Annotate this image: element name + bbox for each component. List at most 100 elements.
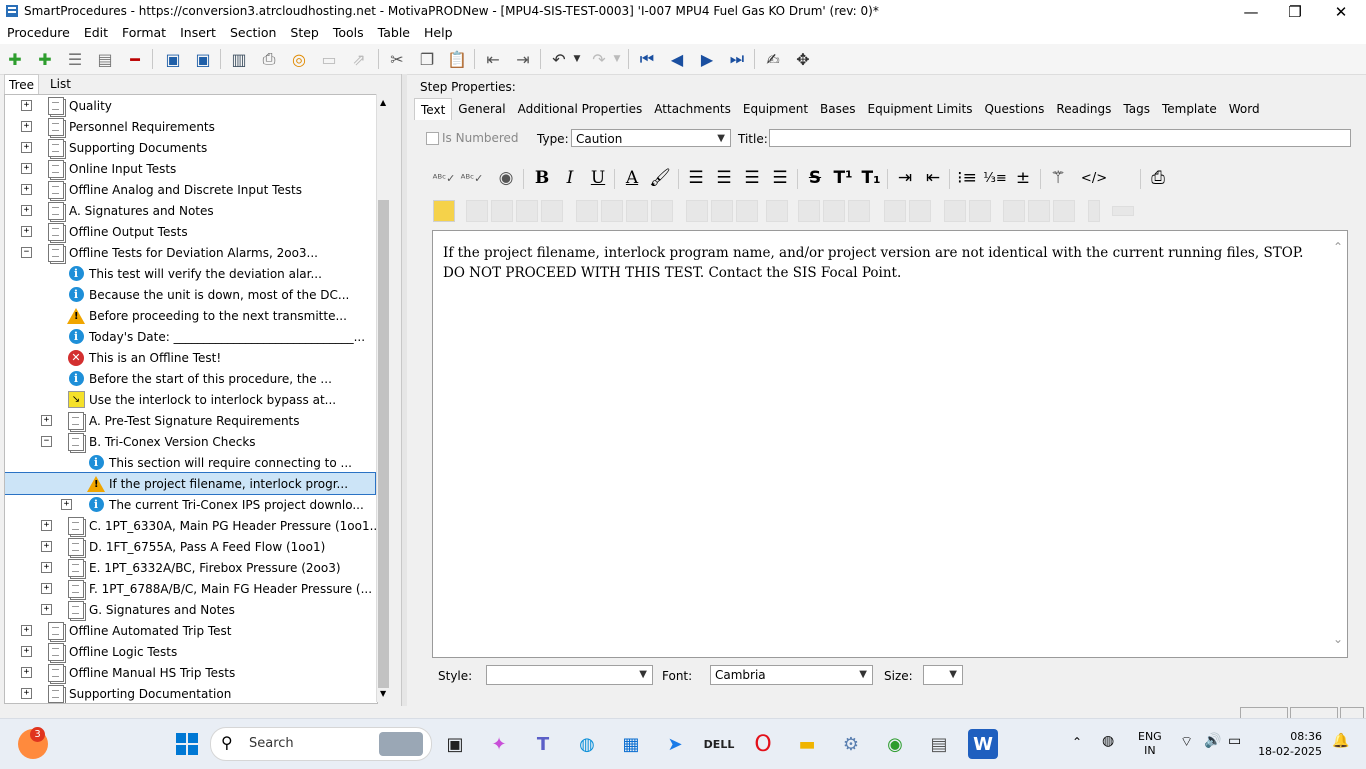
chrome-icon[interactable]: ◉	[880, 729, 910, 759]
list-icon[interactable]: ☰	[64, 48, 86, 70]
power-automate-icon[interactable]: ➤	[660, 729, 690, 759]
file-explorer-icon[interactable]: ▬	[792, 729, 822, 759]
tree-item[interactable]: + Offline Output Tests	[21, 221, 188, 242]
bold-icon[interactable]: B	[530, 166, 554, 190]
underline-icon[interactable]: U	[586, 166, 610, 190]
table-tool-icon[interactable]	[736, 200, 758, 222]
expand-icon[interactable]: +	[41, 604, 52, 615]
step-body-text[interactable]: If the project filename, interlock progr…	[443, 243, 1323, 283]
menu-help[interactable]: Help	[417, 24, 460, 44]
expand-icon[interactable]: +	[41, 520, 52, 531]
menu-format[interactable]: Format	[115, 24, 173, 44]
add-icon[interactable]: ✚	[4, 48, 26, 70]
expand-icon[interactable]: +	[61, 499, 72, 510]
teams-icon[interactable]: T	[528, 729, 558, 759]
expand-icon[interactable]: +	[21, 205, 32, 216]
move-icon[interactable]: ✥	[792, 48, 814, 70]
store-icon[interactable]: ▦	[616, 729, 646, 759]
expand-icon[interactable]: +	[21, 688, 32, 699]
windows-start-icon[interactable]	[172, 729, 202, 759]
table-tool-icon[interactable]	[823, 200, 845, 222]
tab-equipment-limits[interactable]: Equipment Limits	[862, 98, 979, 120]
tab-general[interactable]: General	[452, 98, 511, 120]
tree-item[interactable]: + Offline Automated Trip Test	[21, 620, 232, 641]
network-status-icon[interactable]: ◍	[1102, 733, 1114, 749]
subscript-icon[interactable]: T₁	[859, 166, 883, 190]
remove-icon[interactable]: ━	[124, 48, 146, 70]
collapse-icon[interactable]: −	[41, 436, 52, 447]
tree-scrollbar-thumb[interactable]	[378, 200, 389, 688]
task-view-icon[interactable]: ▣	[440, 729, 470, 759]
add-child-icon[interactable]: ✚	[34, 48, 56, 70]
expand-icon[interactable]: +	[21, 121, 32, 132]
panel-splitter[interactable]	[401, 74, 407, 706]
table-tool-icon[interactable]	[884, 200, 906, 222]
link-icon[interactable]: ◎	[288, 48, 310, 70]
editor-scrollbar[interactable]: ⌃ ⌄	[1331, 232, 1345, 654]
expand-icon[interactable]: +	[41, 583, 52, 594]
tab-additional-properties[interactable]: Additional Properties	[512, 98, 649, 120]
table-tool-icon[interactable]	[576, 200, 598, 222]
tab-tags[interactable]: Tags	[1117, 98, 1156, 120]
copilot-icon[interactable]: ✦	[484, 729, 514, 759]
tree-item[interactable]: + A. Signatures and Notes	[21, 200, 214, 221]
last-icon[interactable]: ⏭	[726, 48, 748, 70]
tree-item[interactable]: ! If the project filename, interlock prog…	[5, 472, 376, 495]
menu-tools[interactable]: Tools	[326, 24, 371, 44]
table-tool-icon[interactable]	[601, 200, 623, 222]
table-tool-icon[interactable]	[711, 200, 733, 222]
tab-bases[interactable]: Bases	[814, 98, 861, 120]
word-icon[interactable]: W	[968, 729, 998, 759]
table-tool-icon[interactable]	[848, 200, 870, 222]
table-tool-icon[interactable]	[909, 200, 931, 222]
redo-dropdown-icon[interactable]: ▼	[606, 48, 628, 70]
bullet-list-icon[interactable]: ⁝≡	[955, 166, 979, 190]
expand-icon[interactable]: +	[21, 226, 32, 237]
tree-item[interactable]: + Supporting Documents	[21, 137, 207, 158]
table-tool-icon[interactable]	[541, 200, 563, 222]
smartprocedures-taskbar-icon[interactable]: ⚙	[836, 729, 866, 759]
expand-icon[interactable]: +	[21, 625, 32, 636]
menu-section[interactable]: Section	[223, 24, 283, 44]
print-icon[interactable]: ⎙	[258, 48, 280, 70]
chevron-up-icon[interactable]: ⌃	[1072, 735, 1082, 749]
table-tool-icon[interactable]	[1112, 206, 1134, 216]
tree-item[interactable]: i This test will verify the deviation ala…	[67, 263, 322, 284]
scroll-down-icon[interactable]: ▼	[380, 689, 386, 698]
align-center-icon[interactable]: ☰	[712, 166, 736, 190]
tree-item[interactable]: + Offline Logic Tests	[21, 641, 177, 662]
tree-item[interactable]: + Offline Manual HS Trip Tests	[21, 662, 235, 683]
table-tool-icon[interactable]	[969, 200, 991, 222]
table-tool-icon[interactable]	[944, 200, 966, 222]
expand-icon[interactable]: +	[21, 163, 32, 174]
is-numbered-checkbox[interactable]	[426, 132, 439, 145]
copy-icon[interactable]: ❐	[416, 48, 438, 70]
align-left-icon[interactable]: ☰	[684, 166, 708, 190]
tab-template[interactable]: Template	[1156, 98, 1223, 120]
expand-icon[interactable]: +	[21, 100, 32, 111]
tree-item[interactable]: + Offline Analog and Discrete Input Tests	[21, 179, 302, 200]
tab-list[interactable]: List	[46, 74, 75, 94]
clock[interactable]: 08:36 18-02-2025	[1258, 729, 1322, 759]
indent-icon[interactable]: ⇥	[512, 48, 534, 70]
paste-icon[interactable]: 📋	[446, 48, 468, 70]
align-right-icon[interactable]: ☰	[740, 166, 764, 190]
tree-item[interactable]: i Before the start of this procedure, the…	[67, 368, 332, 389]
redirect-icon[interactable]: ⇗	[348, 48, 370, 70]
properties-icon[interactable]: ▤	[94, 48, 116, 70]
save-all-icon[interactable]: ▣	[162, 48, 184, 70]
expand-icon[interactable]: +	[21, 142, 32, 153]
collapse-icon[interactable]: −	[21, 247, 32, 258]
scroll-down-icon[interactable]: ⌄	[1333, 632, 1343, 646]
tree-item[interactable]: i This section will require connecting to…	[87, 452, 352, 473]
save-icon[interactable]: ▣	[192, 48, 214, 70]
first-icon[interactable]: ⏮	[636, 48, 658, 70]
tree-item[interactable]: ↘ Use the interlock to interlock bypass a…	[67, 389, 336, 410]
expand-icon[interactable]: +	[21, 646, 32, 657]
expand-icon[interactable]: +	[21, 667, 32, 678]
expand-icon[interactable]: +	[41, 541, 52, 552]
remote-desktop-icon[interactable]: ▤	[924, 729, 954, 759]
spellcheck-icon[interactable]: ᴬᴮᶜ✓	[432, 166, 456, 190]
expand-icon[interactable]: +	[21, 184, 32, 195]
tree-item[interactable]: ✕ This is an Offline Test!	[67, 347, 221, 368]
